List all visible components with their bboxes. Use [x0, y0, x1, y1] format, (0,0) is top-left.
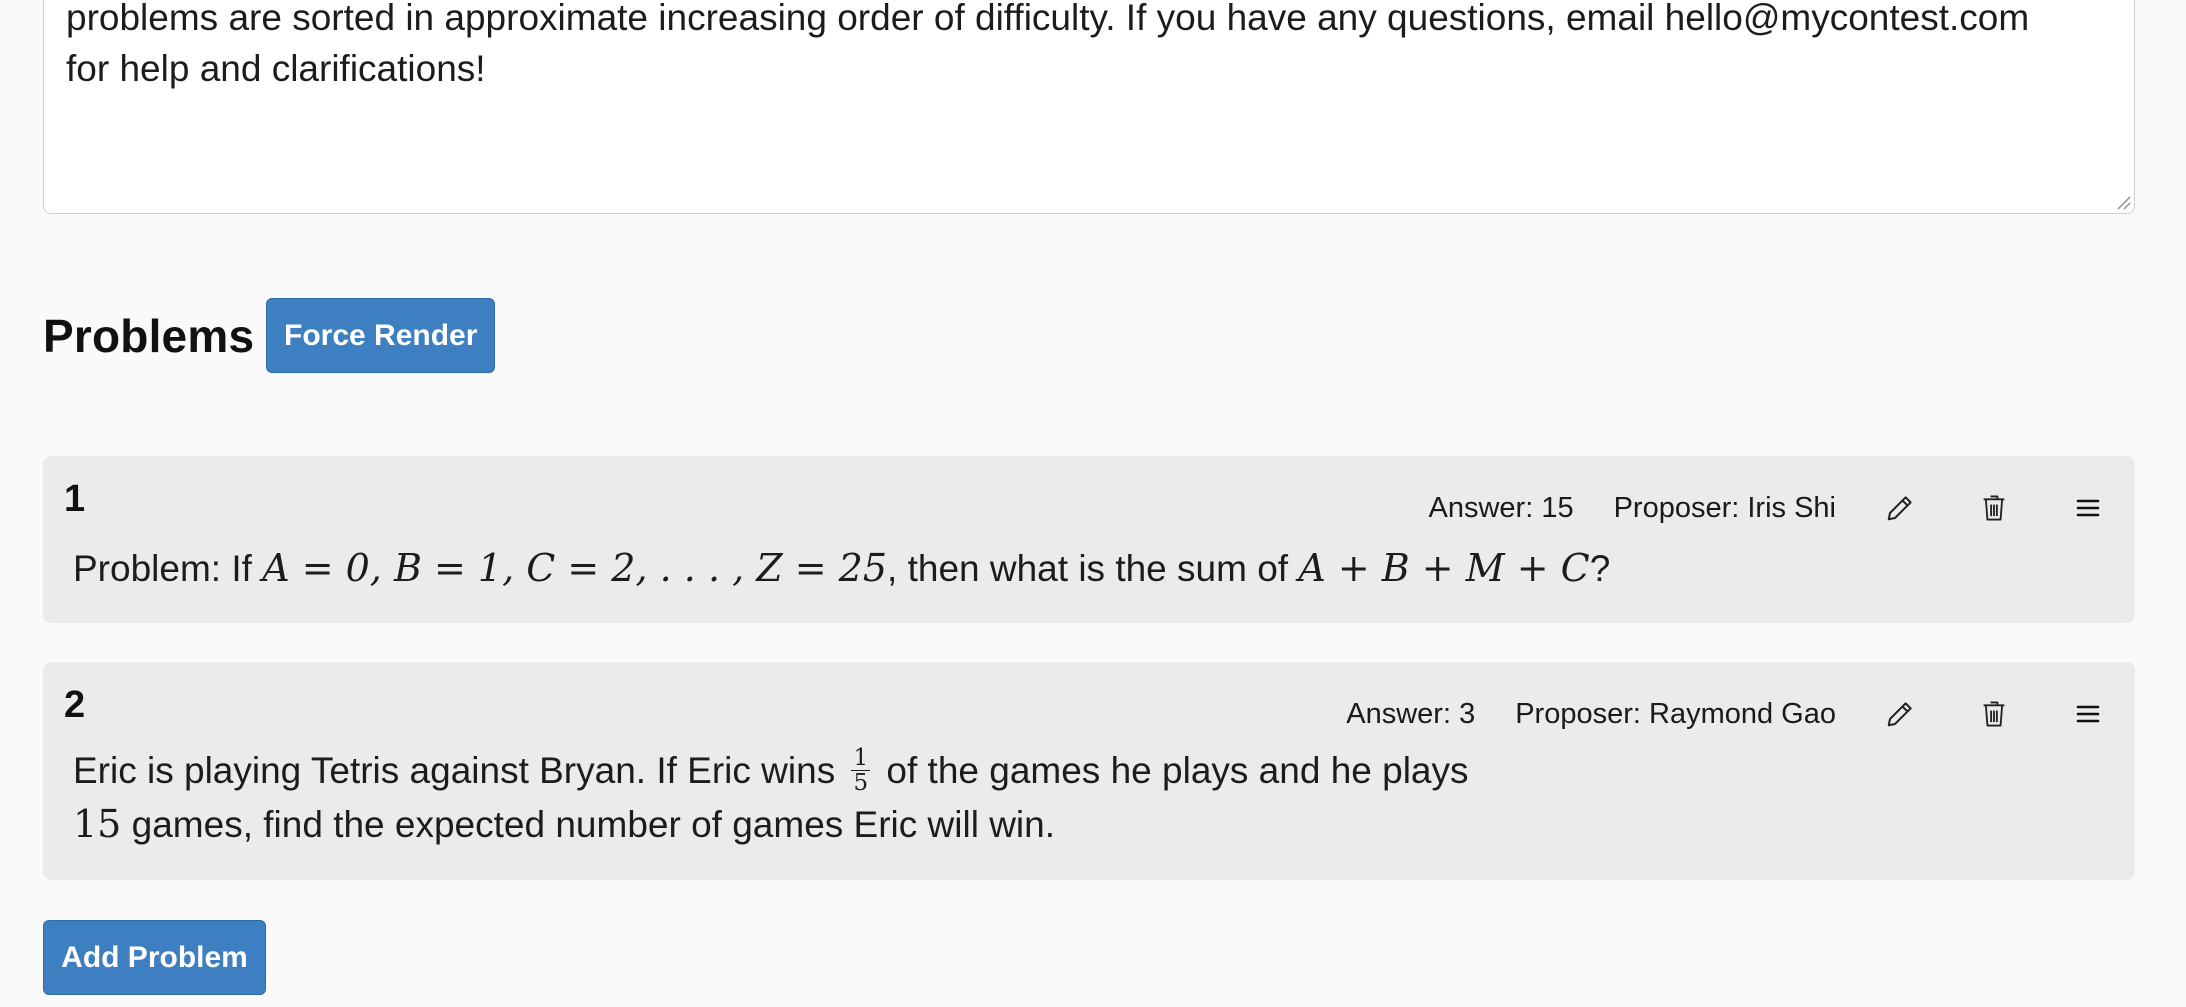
problem-answer: Answer: 3	[1346, 697, 1476, 730]
problem-card: 1 Answer: 15 Proposer: Iris Shi Problem:…	[43, 456, 2135, 623]
description-line-2: for help and clarifications!	[66, 48, 486, 89]
description-line-1: problems are sorted in approximate incre…	[66, 0, 2030, 38]
pencil-icon[interactable]	[1876, 484, 1924, 532]
problem-number: 1	[64, 478, 86, 520]
problem-statement: Eric is playing Tetris against Bryan. If…	[73, 744, 1469, 851]
description-text: problems are sorted in approximate incre…	[66, 0, 2112, 94]
statement-text: games, find the expected number of games…	[121, 803, 1056, 845]
description-textarea[interactable]: problems are sorted in approximate incre…	[43, 0, 2135, 214]
statement-text: of the games he plays and he plays	[876, 750, 1469, 791]
statement-text: ?	[1589, 548, 1611, 589]
fraction-numerator: 1	[851, 744, 871, 771]
problems-header: Problems Force Render	[43, 298, 496, 373]
trash-icon[interactable]	[1970, 690, 2018, 738]
trash-icon[interactable]	[1970, 484, 2018, 532]
pencil-icon[interactable]	[1876, 690, 1924, 738]
menu-icon[interactable]	[2064, 484, 2112, 532]
problem-proposer: Proposer: Raymond Gao	[1515, 697, 1836, 730]
statement-text: Problem: If	[73, 548, 263, 589]
statement-text: Eric is playing Tetris against Bryan. If…	[73, 750, 846, 791]
problem-statement: Problem: If A = 0, B = 1, C = 2, . . . ,…	[73, 542, 1610, 595]
force-render-button[interactable]: Force Render	[266, 298, 496, 373]
add-problem-button[interactable]: Add Problem	[43, 920, 266, 995]
problem-answer: Answer: 15	[1428, 491, 1574, 524]
problem-proposer: Proposer: Iris Shi	[1613, 491, 1836, 524]
math-expression: A + B + M + C	[1298, 546, 1590, 590]
problem-meta: Answer: 15 Proposer: Iris Shi	[1429, 480, 2136, 536]
problems-title: Problems	[43, 309, 255, 362]
math-expression: A = 0, B = 1, C = 2, . . . , Z = 25	[262, 546, 888, 590]
math-number: 15	[73, 801, 122, 846]
statement-text: , then what is the sum of	[887, 548, 1299, 589]
problem-card: 2 Answer: 3 Proposer: Raymond Gao Eric i…	[43, 662, 2135, 880]
menu-icon[interactable]	[2064, 690, 2112, 738]
fraction-denominator: 5	[853, 769, 869, 796]
contest-editor-page: problems are sorted in approximate incre…	[0, 0, 2186, 1007]
resize-handle-icon[interactable]	[2115, 194, 2131, 210]
fraction: 15	[851, 744, 871, 796]
problem-number: 2	[64, 684, 86, 726]
problem-meta: Answer: 3 Proposer: Raymond Gao	[1346, 686, 2135, 742]
